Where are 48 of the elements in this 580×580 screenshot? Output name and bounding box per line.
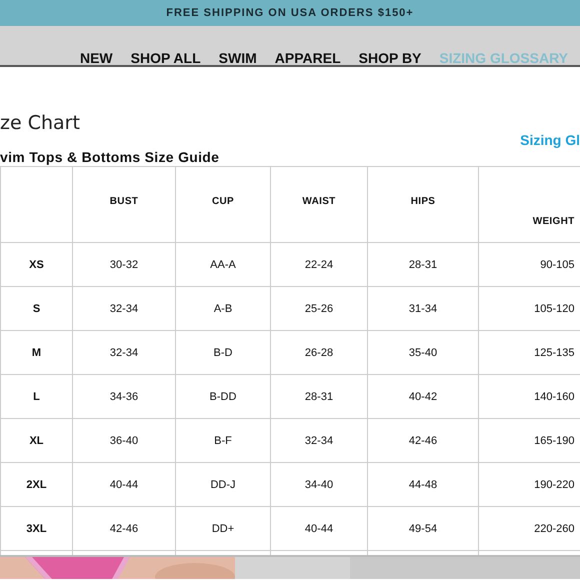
nav-link[interactable]: APPAREL: [274, 50, 341, 66]
table-cell: 40-42: [368, 374, 478, 418]
table-cell: AA-A: [176, 242, 270, 286]
table-cell: XS: [0, 242, 72, 286]
table-cell: 30-32: [72, 242, 176, 286]
table-cell: 3XL: [0, 506, 72, 550]
nav-link[interactable]: SHOP ALL: [130, 50, 201, 66]
nav-link[interactable]: SHOP BY: [358, 50, 422, 66]
table-cell: 32-34: [270, 418, 368, 462]
table-cell: 42-46: [368, 418, 478, 462]
table-title: vim Tops & Bottoms Size Guide: [0, 148, 220, 166]
column-header: CUP: [176, 166, 270, 242]
table-cell: 32-34: [72, 286, 176, 330]
table-cell: B-DD: [176, 374, 270, 418]
table-cell: 35-40: [368, 330, 478, 374]
table-cell: 34-36: [72, 374, 176, 418]
table-cell: 22-24: [270, 242, 368, 286]
table-cell: 26-28: [270, 330, 368, 374]
table-cell: A-B: [176, 286, 270, 330]
table-cell: XL: [0, 418, 72, 462]
nav-link[interactable]: SWIM: [218, 50, 257, 66]
column-header: HIPS: [368, 166, 478, 242]
table-cell: 2XL: [0, 462, 72, 506]
table-cell: S: [0, 286, 72, 330]
table-cell: 28-31: [368, 242, 478, 286]
modal-title: ze Chart: [0, 112, 80, 134]
table-cell: M: [0, 330, 72, 374]
table-cell: 34-40: [270, 462, 368, 506]
promo-text: FREE SHIPPING ON USA ORDERS $150+: [166, 7, 414, 19]
table-cell: DD-J: [176, 462, 270, 506]
column-header: WEIGHT: [478, 166, 580, 242]
table-cell: 31-34: [368, 286, 478, 330]
column-header: WAIST: [270, 166, 368, 242]
table-cell: 42-46: [72, 506, 176, 550]
table-cell: 40-44: [270, 506, 368, 550]
table-cell: DD+: [176, 506, 270, 550]
table-cell: 25-26: [270, 286, 368, 330]
table-cell: 36-40: [72, 418, 176, 462]
table-cell: L: [0, 374, 72, 418]
table-cell: 28-31: [270, 374, 368, 418]
table-cell: B-F: [176, 418, 270, 462]
table-cell: 49-54: [368, 506, 478, 550]
table-cell: 40-44: [72, 462, 176, 506]
table-cell: B-D: [176, 330, 270, 374]
table-cell: 32-34: [72, 330, 176, 374]
table-cell: 44-48: [368, 462, 478, 506]
column-header: BUST: [72, 166, 176, 242]
nav-link[interactable]: NEW: [80, 50, 113, 66]
